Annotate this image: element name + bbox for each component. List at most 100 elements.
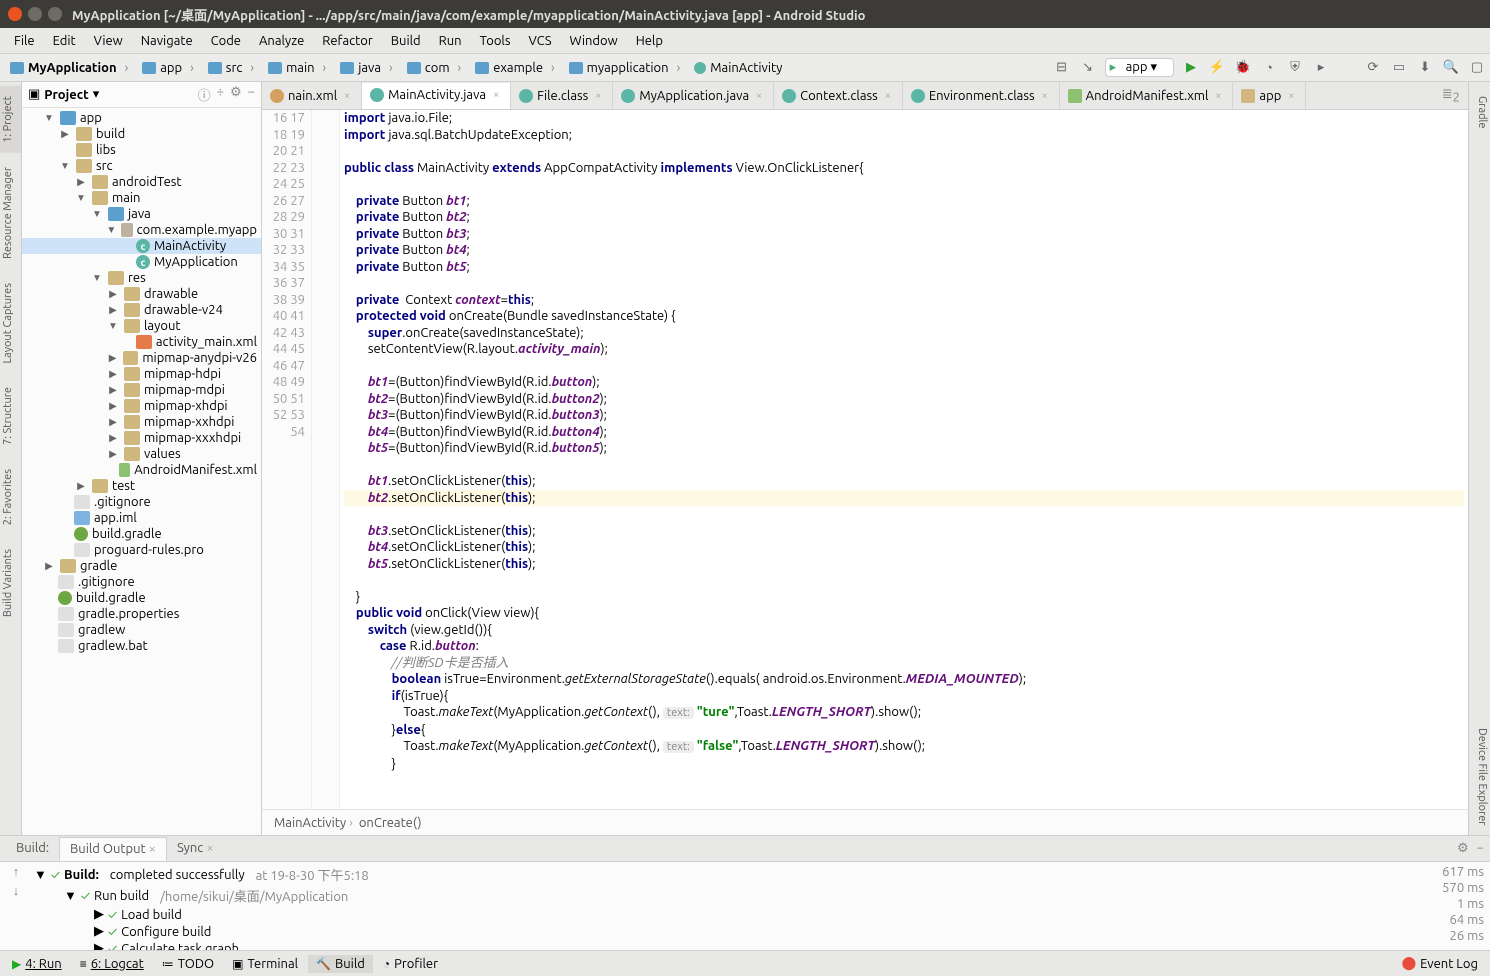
code-area[interactable]: 16 17 18 19 20 21 22 23 24 25 26 27 28 2… xyxy=(262,110,1468,809)
tab-layout-captures[interactable]: Layout Captures xyxy=(0,273,21,374)
class-icon: c xyxy=(136,239,150,253)
build-tab-build[interactable]: Build: xyxy=(6,837,59,861)
sb-logcat[interactable]: ≡6: Logcat xyxy=(72,955,152,973)
collapse-icon[interactable]: ÷ xyxy=(217,85,224,104)
gradle-icon xyxy=(74,527,88,541)
sb-todo[interactable]: ≔TODO xyxy=(154,955,222,973)
close-icon[interactable]: × xyxy=(1285,90,1297,102)
crumb-root[interactable]: MyApplication xyxy=(4,60,134,76)
up-icon[interactable]: ↑ xyxy=(13,864,20,879)
tab-project[interactable]: 1: Project xyxy=(0,86,21,153)
file-icon xyxy=(58,607,74,621)
avd-icon[interactable]: ▭ xyxy=(1390,59,1408,77)
tab-favorites[interactable]: 2: Favorites xyxy=(0,459,21,535)
settings-icon[interactable]: ⚙ xyxy=(230,85,242,104)
tab-mainactivity[interactable]: MainActivity.java× xyxy=(362,83,511,110)
sb-terminal[interactable]: ▣Terminal xyxy=(224,955,306,973)
crumb-example[interactable]: example xyxy=(469,60,560,76)
menu-build[interactable]: Build xyxy=(383,32,429,50)
tab-build-variants[interactable]: Build Variants xyxy=(0,539,21,627)
run-config-dropdown[interactable]: app ▾ xyxy=(1105,58,1174,77)
layout-icon[interactable]: ▢ xyxy=(1468,59,1486,77)
crumb-method[interactable]: onCreate() xyxy=(359,816,422,830)
attach-icon[interactable]: ▸ xyxy=(1312,59,1330,77)
sync-icon[interactable]: ⟳ xyxy=(1364,59,1382,77)
build-tab-sync[interactable]: Sync × xyxy=(167,837,224,861)
tab-app[interactable]: app× xyxy=(1233,82,1306,109)
tree-app[interactable]: ▼app xyxy=(22,110,261,126)
crumb-java[interactable]: java xyxy=(334,60,399,76)
tab-nain-xml[interactable]: nain.xml× xyxy=(262,82,362,109)
close-icon[interactable]: × xyxy=(341,90,353,102)
menu-window[interactable]: Window xyxy=(562,32,626,50)
sdk-icon[interactable]: ⬇ xyxy=(1416,59,1434,77)
tab-myapplication[interactable]: MyApplication.java× xyxy=(613,82,774,109)
hide-icon[interactable]: − xyxy=(248,85,255,104)
close-icon[interactable]: × xyxy=(753,90,765,102)
tab-gradle[interactable]: Gradle xyxy=(1469,86,1490,139)
menu-tools[interactable]: Tools xyxy=(472,32,519,50)
menu-view[interactable]: View xyxy=(86,32,131,50)
crumb-com[interactable]: com xyxy=(401,60,468,76)
minimize-icon[interactable] xyxy=(28,7,42,21)
tree-mainactivity[interactable]: cMainActivity xyxy=(22,238,261,254)
code-content[interactable]: import java.io.File; import java.sql.Bat… xyxy=(340,110,1468,809)
project-dropdown-icon[interactable]: ▣ xyxy=(28,87,40,102)
crumb-mainactivity[interactable]: MainActivity xyxy=(688,60,788,76)
crumb-class[interactable]: MainActivity xyxy=(274,816,353,830)
tab-resource-manager[interactable]: Resource Manager xyxy=(0,157,21,269)
sb-build[interactable]: 🔨Build xyxy=(308,955,373,973)
folder-icon xyxy=(60,559,76,573)
menu-file[interactable]: File xyxy=(6,32,43,50)
stop-icon[interactable] xyxy=(1338,59,1356,77)
menu-navigate[interactable]: Navigate xyxy=(133,32,201,50)
menu-run[interactable]: Run xyxy=(431,32,470,50)
debug-icon[interactable]: 🐞 xyxy=(1234,59,1252,77)
run-icon[interactable]: ▶ xyxy=(1182,59,1200,77)
crumb-src[interactable]: src xyxy=(202,60,260,76)
titlebar: MyApplication [~/桌面/MyApplication] - ...… xyxy=(0,0,1490,28)
folder-icon xyxy=(124,431,140,445)
build-tree[interactable]: ▼✓Build: completed successfully at 19-8-… xyxy=(34,864,1406,948)
close-icon[interactable]: × xyxy=(490,89,502,101)
close-icon[interactable]: × xyxy=(1212,90,1224,102)
project-panel-label[interactable]: Project xyxy=(44,88,88,102)
crumb-app[interactable]: app xyxy=(136,60,200,76)
apply-icon[interactable]: ⚡ xyxy=(1208,59,1226,77)
close-icon[interactable] xyxy=(8,7,22,21)
close-icon[interactable]: × xyxy=(1039,90,1051,102)
profile-icon[interactable]: ◔ xyxy=(1260,59,1278,77)
forward-icon[interactable]: ↘ xyxy=(1079,59,1097,77)
class-icon: c xyxy=(136,255,150,269)
menu-analyze[interactable]: Analyze xyxy=(251,32,312,50)
maximize-icon[interactable] xyxy=(48,7,62,21)
editor-menu-icon[interactable]: ≣2 xyxy=(1434,87,1468,105)
tab-androidmanifest[interactable]: AndroidManifest.xml× xyxy=(1060,82,1234,109)
sb-profiler[interactable]: ◔Profiler xyxy=(375,955,446,973)
tab-environment-class[interactable]: Environment.class× xyxy=(903,82,1060,109)
hide-icon[interactable]: − xyxy=(1477,841,1484,856)
close-icon[interactable]: × xyxy=(592,90,604,102)
locate-icon[interactable]: ⓘ xyxy=(198,85,211,104)
settings-icon[interactable]: ⚙ xyxy=(1457,841,1469,856)
tab-context-class[interactable]: Context.class× xyxy=(774,82,903,109)
menu-refactor[interactable]: Refactor xyxy=(314,32,381,50)
close-icon[interactable]: × xyxy=(882,90,894,102)
build-tab-output[interactable]: Build Output × xyxy=(59,837,167,861)
search-icon[interactable]: 🔍 xyxy=(1442,59,1460,77)
coverage-icon[interactable]: ⛨ xyxy=(1286,59,1304,77)
menu-edit[interactable]: Edit xyxy=(45,32,84,50)
back-icon[interactable]: ⊟ xyxy=(1053,59,1071,77)
tab-file-class[interactable]: File.class× xyxy=(511,82,613,109)
crumb-myapplication[interactable]: myapplication xyxy=(563,60,687,76)
tab-structure[interactable]: 7: Structure xyxy=(0,377,21,455)
sb-event-log[interactable]: ⬤Event Log xyxy=(1394,954,1486,973)
sb-run[interactable]: ▶4: Run xyxy=(4,955,70,973)
project-tree[interactable]: ▼app ▶build libs ▼src ▶androidTest ▼main… xyxy=(22,108,261,835)
crumb-main[interactable]: main xyxy=(262,60,332,76)
down-icon[interactable]: ↓ xyxy=(13,883,20,898)
menu-code[interactable]: Code xyxy=(203,32,249,50)
tab-device-file-explorer[interactable]: Device File Explorer xyxy=(1469,718,1490,835)
menu-vcs[interactable]: VCS xyxy=(520,32,559,50)
menu-help[interactable]: Help xyxy=(628,32,671,50)
